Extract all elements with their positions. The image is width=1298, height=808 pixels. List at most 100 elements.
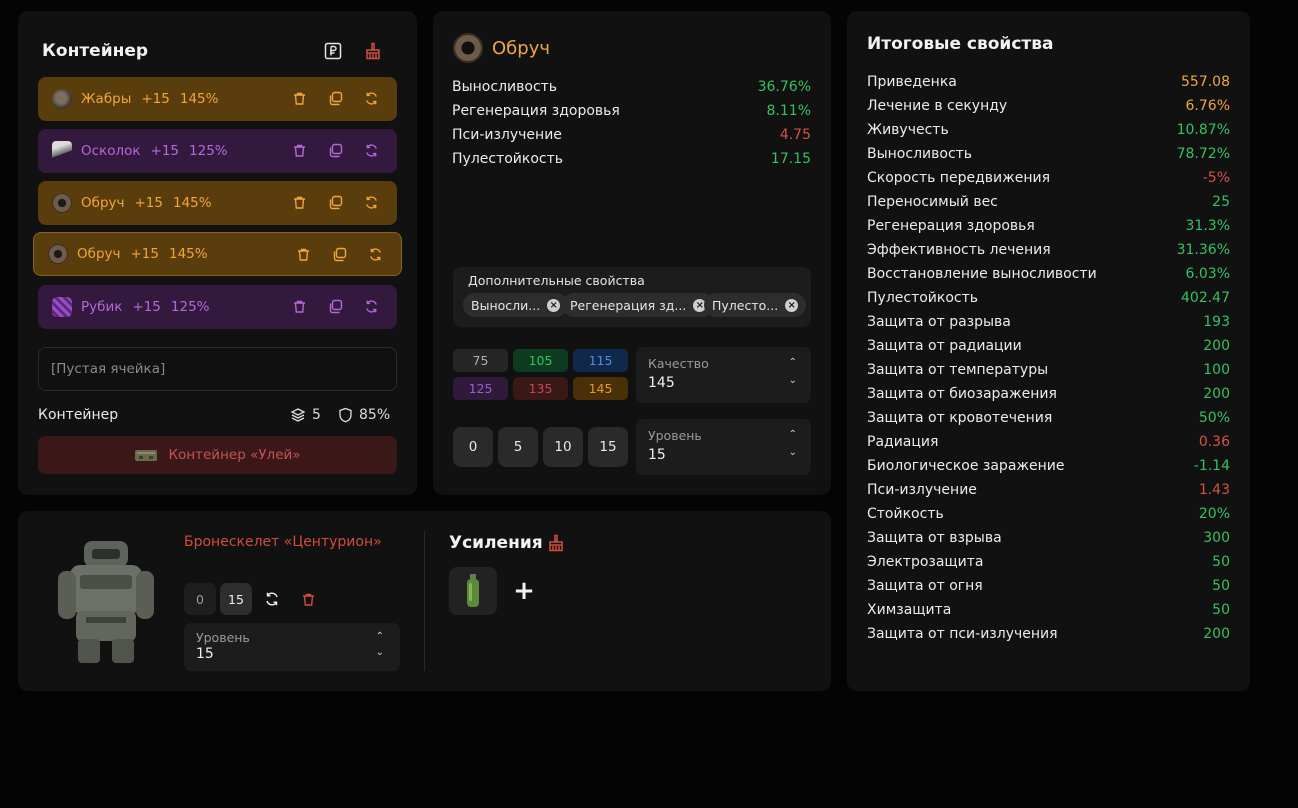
slot-artifact-quality: 145% [169,246,208,262]
refresh-icon[interactable] [362,297,381,316]
artifact-slot[interactable]: Осколок +15 125% [38,129,397,173]
total-property-value: 200 [1203,386,1230,402]
total-property-value: 50% [1198,410,1230,426]
level-5-button[interactable]: 5 [498,427,538,467]
copy-icon[interactable] [326,141,345,160]
empty-slot[interactable]: [Пустая ячейка] [38,347,397,391]
quality-125-button[interactable]: 125 [453,377,508,400]
total-property-name: Химзащита [867,602,952,618]
refresh-icon[interactable] [362,89,381,108]
chip-label: Регенерация зд... [570,297,687,313]
total-property-name: Защита от взрыва [867,530,1002,546]
level-label: Уровень [648,428,702,443]
total-property-value: 200 [1203,338,1230,354]
artifact-slot[interactable]: Жабры +15 145% [38,77,397,121]
total-property-value: 78.72% [1176,146,1230,162]
trash-icon[interactable] [290,297,309,316]
suit-level-select[interactable]: Уровень 15 ⌃ ⌄ [184,623,400,671]
level-0-button[interactable]: 0 [453,427,493,467]
total-property-name: Защита от огня [867,578,983,594]
quality-select[interactable]: Качество 145 ⌃ ⌄ [636,347,811,403]
total-property-name: Лечение в секунду [867,98,1008,114]
chevron-up-icon[interactable]: ⌃ [789,429,797,440]
trash-icon[interactable] [294,245,313,264]
total-property-row: Защита от пси-излучения 200 [867,626,1230,650]
property-chip[interactable]: Выносли... × [463,293,569,317]
total-property-row: Защита от огня 50 [867,578,1230,602]
trash-icon[interactable] [290,193,309,212]
extra-properties-box: Дополнительные свойства Выносли... × Реген… [453,267,811,327]
quality-value: 145 [648,375,675,391]
quality-145-button[interactable]: 145 [573,377,628,400]
chevron-down-icon[interactable]: ⌄ [376,647,384,658]
chevron-down-icon[interactable]: ⌄ [789,447,797,458]
total-property-value: 402.47 [1181,290,1230,306]
ruble-icon[interactable] [321,39,345,63]
refresh-icon[interactable] [366,245,385,264]
total-property-value: 557.08 [1181,74,1230,90]
total-property-value: 6.03% [1185,266,1230,282]
copy-icon[interactable] [326,297,345,316]
slot-artifact-level: +15 [130,246,160,262]
remove-chip-icon[interactable]: × [547,298,561,312]
copy-icon[interactable] [326,89,345,108]
slot-artifact-name: Осколок [81,143,141,159]
quality-75-button[interactable]: 75 [453,349,508,372]
suit-level-15-button[interactable]: 15 [220,583,252,615]
copy-icon[interactable] [326,193,345,212]
artifact-slot[interactable]: Рубик +15 125% [38,285,397,329]
shard-artifact-icon [52,141,72,161]
trash-icon[interactable] [292,583,324,615]
artifact-slot[interactable]: Обруч +15 145% [38,181,397,225]
broom-icon[interactable] [544,531,568,555]
total-property-value: 0.36 [1198,434,1230,450]
quality-135-button[interactable]: 135 [513,377,568,400]
add-boost-button[interactable]: + [513,576,535,606]
refresh-icon[interactable] [362,193,381,212]
capacity-stat: 5 [290,407,321,423]
slot-artifact-name: Рубик [81,299,123,315]
suit-level-0-button[interactable]: 0 [184,583,216,615]
total-property-row: Защита от взрыва 300 [867,530,1230,554]
container-hive-label: Контейнер «Улей» [168,447,301,463]
container-panel: Контейнер Жабры +15 145% Осколок +15 125% Обру… [18,11,417,495]
artifact-property-row: Пулестойкость 17.15 [452,151,811,175]
level-15-button[interactable]: 15 [588,427,628,467]
quality-115-button[interactable]: 115 [573,349,628,372]
chevron-up-icon[interactable]: ⌃ [376,631,384,642]
trash-icon[interactable] [290,89,309,108]
property-value: 8.11% [766,103,811,119]
copy-icon[interactable] [330,245,349,264]
refresh-icon[interactable] [256,583,288,615]
suit-name[interactable]: Бронескелет «Центурион» [184,534,382,550]
slot-artifact-name: Обруч [81,195,125,211]
property-chip[interactable]: Пулесто... × [704,293,807,317]
total-property-row: Биологическое заражение -1.14 [867,458,1230,482]
suit-level-value: 15 [196,646,214,662]
level-select[interactable]: Уровень 15 ⌃ ⌄ [636,419,811,475]
level-10-button[interactable]: 10 [543,427,583,467]
boost-slot[interactable] [449,567,497,615]
trash-icon[interactable] [290,141,309,160]
total-property-name: Электрозащита [867,554,984,570]
artifact-property-row: Выносливость 36.76% [452,79,811,103]
chevron-up-icon[interactable]: ⌃ [789,357,797,368]
protection-value: 85% [359,407,391,423]
refresh-icon[interactable] [362,141,381,160]
protection-stat: 85% [338,407,390,423]
rubik-artifact-icon [52,297,72,317]
broom-icon[interactable] [361,39,385,63]
total-property-row: Переносимый вес 25 [867,194,1230,218]
quality-105-button[interactable]: 105 [513,349,568,372]
total-property-name: Стойкость [867,506,944,522]
hoop-artifact-icon [52,193,72,213]
artifact-slot[interactable]: Обруч +15 145% [33,232,402,276]
chevron-down-icon[interactable]: ⌄ [789,375,797,386]
boosts-title: Усиления [449,533,543,553]
remove-chip-icon[interactable]: × [785,298,799,312]
total-property-value: 200 [1203,626,1230,642]
total-property-name: Защита от разрыва [867,314,1011,330]
container-hive-button[interactable]: Контейнер «Улей» [38,436,397,474]
property-chip[interactable]: Регенерация зд... × [562,293,715,317]
total-property-name: Приведенка [867,74,957,90]
